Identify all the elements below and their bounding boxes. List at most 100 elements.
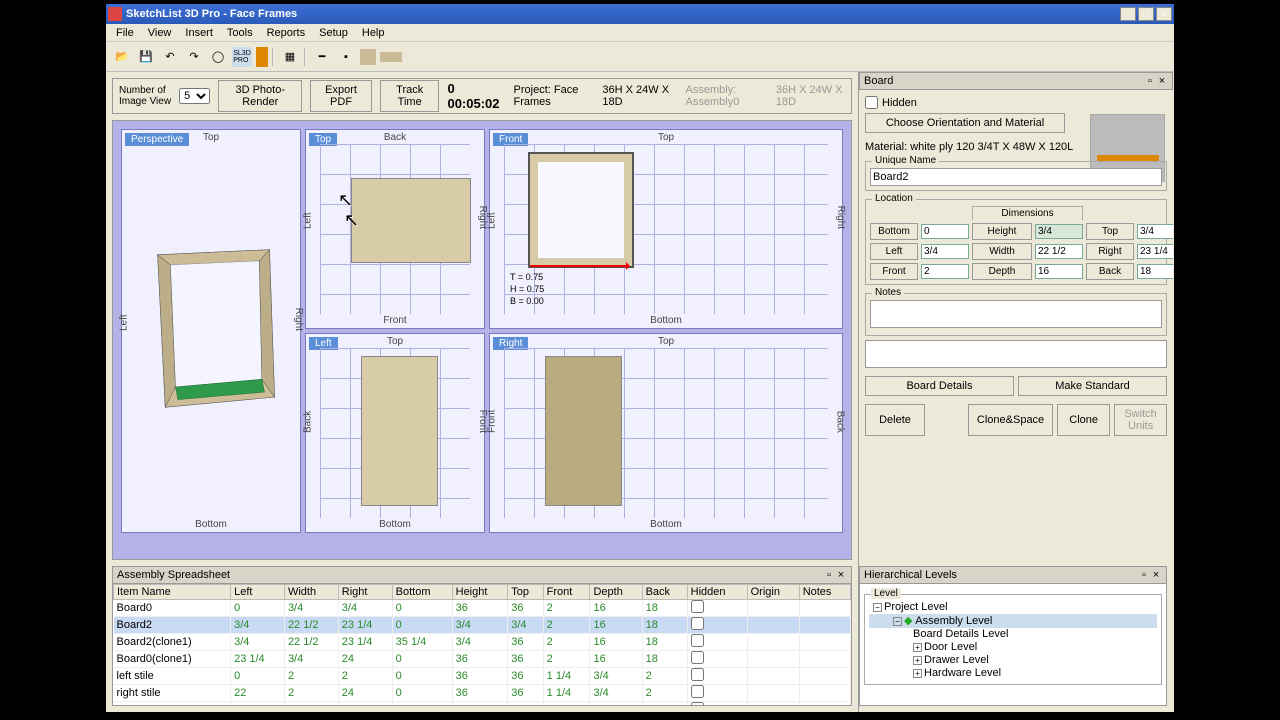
close-icon[interactable]: × xyxy=(1156,75,1168,87)
viewport-label: Back xyxy=(835,411,846,433)
export-pdf-button[interactable]: Export PDF xyxy=(310,80,372,112)
width-button[interactable]: Width xyxy=(972,243,1032,260)
small-icon[interactable]: ▪ xyxy=(336,47,356,67)
menu-reports[interactable]: Reports xyxy=(261,26,312,40)
width-input[interactable] xyxy=(1035,244,1083,259)
table-header[interactable]: Top xyxy=(508,585,543,600)
tree-item[interactable]: −Project Level xyxy=(869,601,1157,614)
make-standard-button[interactable]: Make Standard xyxy=(1018,376,1167,396)
top-input[interactable] xyxy=(1137,224,1173,239)
board-icon[interactable] xyxy=(256,47,268,67)
clone-button[interactable]: Clone xyxy=(1057,404,1110,436)
extra-textarea[interactable] xyxy=(865,340,1167,368)
back-button[interactable]: Back xyxy=(1086,263,1134,280)
menu-setup[interactable]: Setup xyxy=(313,26,354,40)
switch-units-button[interactable]: Switch Units xyxy=(1114,404,1167,436)
track-time-button[interactable]: Track Time xyxy=(380,80,440,112)
board-details-button[interactable]: Board Details xyxy=(865,376,1014,396)
board-shape xyxy=(545,356,622,506)
tree-item[interactable]: −◆ Assembly Level xyxy=(869,614,1157,628)
pin-icon[interactable]: ▫ xyxy=(1138,569,1150,581)
height-input[interactable] xyxy=(1035,224,1083,239)
grid-icon[interactable]: ▦ xyxy=(280,47,300,67)
table-row[interactable]: Board003/43/40363621618 xyxy=(114,600,851,617)
pin-icon[interactable]: ▫ xyxy=(823,569,835,581)
left-button[interactable]: Left xyxy=(870,243,918,260)
table-header[interactable]: Right xyxy=(338,585,392,600)
panel-icon[interactable] xyxy=(360,49,376,65)
table-row[interactable]: bottom rail220220221 1/43/42 xyxy=(114,702,851,707)
menu-file[interactable]: File xyxy=(110,26,140,40)
save-icon[interactable]: 💾 xyxy=(136,47,156,67)
viewport-front[interactable]: Front Top Bottom Left Right T = 0.75 H =… xyxy=(489,129,843,329)
viewport-perspective[interactable]: Perspective Top Bottom Left Right ↖ ↖ xyxy=(121,129,301,533)
clone-space-button[interactable]: Clone&Space xyxy=(968,404,1053,436)
close-icon[interactable]: × xyxy=(1150,569,1162,581)
circle-icon[interactable]: ◯ xyxy=(208,47,228,67)
wide-icon[interactable] xyxy=(380,52,402,62)
viewport-left[interactable]: Left Top Bottom Back Front xyxy=(305,333,485,533)
open-icon[interactable]: 📂 xyxy=(112,47,132,67)
undo-icon[interactable]: ↶ xyxy=(160,47,180,67)
back-input[interactable] xyxy=(1137,264,1173,279)
menu-tools[interactable]: Tools xyxy=(221,26,259,40)
table-header[interactable]: Bottom xyxy=(392,585,452,600)
viewport-right[interactable]: Right Top Bottom Front Back xyxy=(489,333,843,533)
photo-render-button[interactable]: 3D Photo-Render xyxy=(218,80,302,112)
thin-icon[interactable]: ━ xyxy=(312,47,332,67)
height-button[interactable]: Height xyxy=(972,223,1032,240)
hidden-label: Hidden xyxy=(882,97,917,109)
notes-textarea[interactable] xyxy=(870,300,1162,328)
spreadsheet-table[interactable]: Item NameLeftWidthRightBottomHeightTopFr… xyxy=(113,584,851,706)
pin-icon[interactable]: ▫ xyxy=(1144,75,1156,87)
table-row[interactable]: left stile022036361 1/43/42 xyxy=(114,668,851,685)
table-header[interactable]: Width xyxy=(284,585,338,600)
unique-name-input[interactable] xyxy=(870,168,1162,186)
viewport-top[interactable]: Top Back Front Left Right xyxy=(305,129,485,329)
tree-item[interactable]: +Door Level xyxy=(869,641,1157,654)
num-views-select[interactable]: 5 xyxy=(179,88,210,104)
menu-view[interactable]: View xyxy=(142,26,178,40)
table-header[interactable]: Back xyxy=(642,585,687,600)
top-button[interactable]: Top xyxy=(1086,223,1134,240)
close-icon[interactable]: × xyxy=(835,569,847,581)
table-header[interactable]: Notes xyxy=(799,585,850,600)
num-views-label: Number of Image View xyxy=(119,85,171,107)
table-row[interactable]: Board0(clone1)23 1/43/4240363621618 xyxy=(114,651,851,668)
tree-item[interactable]: +Hardware Level xyxy=(869,667,1157,680)
redo-icon[interactable]: ↷ xyxy=(184,47,204,67)
tree-item[interactable]: +Drawer Level xyxy=(869,654,1157,667)
table-row[interactable]: right stile22224036361 1/43/42 xyxy=(114,685,851,702)
maximize-button[interactable]: □ xyxy=(1138,7,1154,21)
close-button[interactable]: × xyxy=(1156,7,1172,21)
bottom-button[interactable]: Bottom xyxy=(870,223,918,240)
front-button[interactable]: Front xyxy=(870,263,918,280)
tree-item[interactable]: Board Details Level xyxy=(869,628,1157,641)
table-header[interactable]: Hidden xyxy=(687,585,747,600)
table-header[interactable]: Item Name xyxy=(114,585,231,600)
pro-icon[interactable]: SL3DPRO xyxy=(232,47,252,67)
legend: Notes xyxy=(872,287,904,298)
table-header[interactable]: Depth xyxy=(590,585,642,600)
depth-button[interactable]: Depth xyxy=(972,263,1032,280)
minimize-button[interactable]: _ xyxy=(1120,7,1136,21)
menu-help[interactable]: Help xyxy=(356,26,391,40)
table-header[interactable]: Height xyxy=(452,585,508,600)
right-input[interactable] xyxy=(1137,244,1173,259)
left-input[interactable] xyxy=(921,244,969,259)
menu-insert[interactable]: Insert xyxy=(179,26,219,40)
table-row[interactable]: Board2(clone1)3/422 1/223 1/435 1/43/436… xyxy=(114,634,851,651)
delete-button[interactable]: Delete xyxy=(865,404,925,436)
depth-input[interactable] xyxy=(1035,264,1083,279)
hidden-checkbox[interactable] xyxy=(865,96,878,109)
choose-orientation-button[interactable]: Choose Orientation and Material xyxy=(865,113,1065,133)
bottom-input[interactable] xyxy=(921,224,969,239)
table-header[interactable]: Left xyxy=(231,585,285,600)
table-header[interactable]: Front xyxy=(543,585,590,600)
board-panel-header: Board ▫ × xyxy=(859,72,1173,90)
table-row[interactable]: Board23/422 1/223 1/403/43/421618 xyxy=(114,617,851,634)
front-input[interactable] xyxy=(921,264,969,279)
table-header[interactable]: Origin xyxy=(747,585,799,600)
right-button[interactable]: Right xyxy=(1086,243,1134,260)
panel-title: Hierarchical Levels xyxy=(864,569,1138,581)
